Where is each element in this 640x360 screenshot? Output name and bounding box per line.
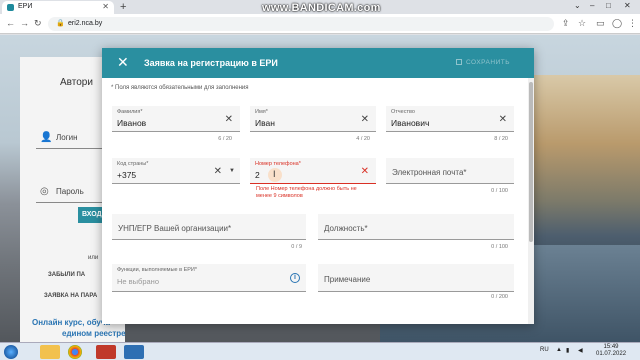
share-icon[interactable]: ⇪ <box>562 18 570 29</box>
patronymic-label: Отчество <box>391 109 415 115</box>
surname-label: Фамилия* <box>117 109 143 115</box>
browser-menu-icon[interactable]: ⋮ <box>628 18 637 29</box>
clock-date: 01.07.2022 <box>596 351 627 357</box>
name-label: Имя* <box>255 109 268 115</box>
browser-tab[interactable]: ЕРИ ✕ <box>2 1 114 14</box>
eye-off-icon: ◎ <box>40 186 49 197</box>
password-label: Пароль <box>56 187 84 196</box>
surname-field[interactable]: Фамилия* Иванов ✕ <box>112 106 240 132</box>
or-text: или <box>88 255 99 261</box>
dialog-title: Заявка на регистрацию в ЕРИ <box>144 58 278 68</box>
clock-time: 15:49 <box>603 344 619 350</box>
forgot-password-link[interactable]: ЗАБЫЛИ ПА <box>48 272 85 278</box>
email-field[interactable]: Электронная почта* <box>386 158 514 184</box>
note-placeholder: Примечание <box>324 275 371 284</box>
position-placeholder: Должность* <box>324 224 368 233</box>
chrome-icon[interactable] <box>68 345 82 359</box>
country-code-select[interactable]: Код страны* +375 ✕ ▼ <box>112 158 240 184</box>
user-icon: 👤 <box>40 132 53 143</box>
country-code-label: Код страны* <box>117 161 149 167</box>
name-value: Иван <box>255 118 275 128</box>
position-field[interactable]: Должность* <box>318 214 514 240</box>
required-fields-note: * Поля являются обязательными для заполн… <box>111 85 249 91</box>
close-dialog-icon[interactable]: ✕ <box>117 54 129 71</box>
close-tab-icon[interactable]: ✕ <box>102 2 109 11</box>
browser-window-icon[interactable]: ▭ <box>596 18 605 29</box>
clear-country-code-icon[interactable]: ✕ <box>214 166 222 177</box>
surname-value: Иванов <box>117 118 147 128</box>
windows-taskbar: RU ▲ ▮ ◀ 15:49 01.07.2022 <box>0 342 640 360</box>
position-counter: 0 / 100 <box>491 244 508 250</box>
course-link-line2[interactable]: едином реестре <box>62 329 126 338</box>
note-field[interactable]: Примечание <box>318 264 514 292</box>
recording-watermark: www.BANDICAM.com <box>262 2 381 14</box>
bookmark-star-icon[interactable]: ☆ <box>578 18 586 29</box>
phone-value: 2 <box>255 170 260 180</box>
login-title: Автори <box>60 77 93 88</box>
clear-phone-icon[interactable]: ✕ <box>361 166 369 177</box>
system-clock[interactable]: 15:49 01.07.2022 <box>596 344 626 358</box>
forward-icon[interactable]: → <box>20 18 29 28</box>
login-label: Логин <box>56 133 78 142</box>
new-tab-icon[interactable]: + <box>120 1 126 13</box>
file-explorer-icon[interactable] <box>40 345 60 359</box>
address-bar: ← → ↻ 🔒 eri2.nca.by ⇪ ☆ ▭ ◯ ⋮ <box>0 14 640 34</box>
profile-icon[interactable]: ◯ <box>612 18 622 29</box>
network-icon[interactable]: ▮ <box>566 347 569 354</box>
back-icon[interactable]: ← <box>6 18 15 28</box>
phone-error-message: Поле Номер телефона должно быть не менее… <box>256 186 357 199</box>
url-text: eri2.nca.by <box>68 20 103 27</box>
start-button-icon[interactable] <box>4 345 18 359</box>
functions-label: Функции, выполняемые в ЕРИ* <box>117 267 198 273</box>
tab-search-icon[interactable]: ⌄ <box>574 1 581 10</box>
url-field[interactable]: 🔒 eri2.nca.by <box>48 17 554 31</box>
tab-title: ЕРИ <box>18 3 33 10</box>
unp-counter: 0 / 9 <box>291 244 302 250</box>
name-field[interactable]: Имя* Иван ✕ <box>250 106 376 132</box>
clear-patronymic-icon[interactable]: ✕ <box>499 114 507 125</box>
phone-field[interactable]: Номер телефона* 2 I ✕ <box>250 158 376 184</box>
name-counter: 4 / 20 <box>356 136 370 142</box>
word-icon[interactable] <box>124 345 144 359</box>
tray-chevron-icon[interactable]: ▲ <box>556 347 562 353</box>
functions-value: Не выбрано <box>117 277 159 286</box>
dialog-scroll-thumb[interactable] <box>529 82 533 242</box>
registration-request-link[interactable]: ЗАЯВКА НА ПАРА <box>44 293 97 299</box>
clear-name-icon[interactable]: ✕ <box>361 114 369 125</box>
patronymic-value: Иванович <box>391 118 430 128</box>
dialog-header: ✕ Заявка на регистрацию в ЕРИ СОХРАНИТЬ <box>102 48 534 78</box>
save-icon <box>456 59 462 65</box>
dropdown-caret-icon[interactable]: ▼ <box>229 168 235 174</box>
save-button[interactable]: СОХРАНИТЬ <box>456 59 510 66</box>
browser-tab-bar: ЕРИ ✕ + www.BANDICAM.com ⌄ – □ ✕ <box>0 0 640 14</box>
note-counter: 0 / 200 <box>491 294 508 300</box>
volume-icon[interactable]: ◀ <box>578 347 583 354</box>
language-indicator[interactable]: RU <box>540 347 549 353</box>
patronymic-counter: 8 / 20 <box>494 136 508 142</box>
minimize-icon[interactable]: – <box>590 1 594 10</box>
unp-field[interactable]: УНП/ЕГР Вашей организации* <box>112 214 306 240</box>
registration-dialog: ✕ Заявка на регистрацию в ЕРИ СОХРАНИТЬ … <box>102 48 534 324</box>
course-link-line1[interactable]: Онлайн курс, обуча <box>32 318 110 327</box>
maximize-icon[interactable]: □ <box>606 1 611 10</box>
close-window-icon[interactable]: ✕ <box>624 1 631 10</box>
surname-counter: 6 / 20 <box>218 136 232 142</box>
site-favicon-icon <box>7 4 14 11</box>
media-player-icon[interactable] <box>96 345 116 359</box>
patronymic-field[interactable]: Отчество Иванович ✕ <box>386 106 514 132</box>
functions-select[interactable]: Функции, выполняемые в ЕРИ* Не выбрано i <box>112 264 306 292</box>
phone-label: Номер телефона* <box>255 161 301 167</box>
country-code-value: +375 <box>117 170 137 180</box>
clear-surname-icon[interactable]: ✕ <box>225 114 233 125</box>
text-cursor-icon: I <box>273 169 276 179</box>
reload-icon[interactable]: ↻ <box>34 18 42 29</box>
info-icon[interactable]: i <box>290 273 300 283</box>
unp-placeholder: УНП/ЕГР Вашей организации* <box>118 224 232 233</box>
email-counter: 0 / 100 <box>491 188 508 194</box>
lock-icon: 🔒 <box>56 20 65 27</box>
email-placeholder: Электронная почта* <box>392 168 467 177</box>
save-label: СОХРАНИТЬ <box>466 59 510 66</box>
